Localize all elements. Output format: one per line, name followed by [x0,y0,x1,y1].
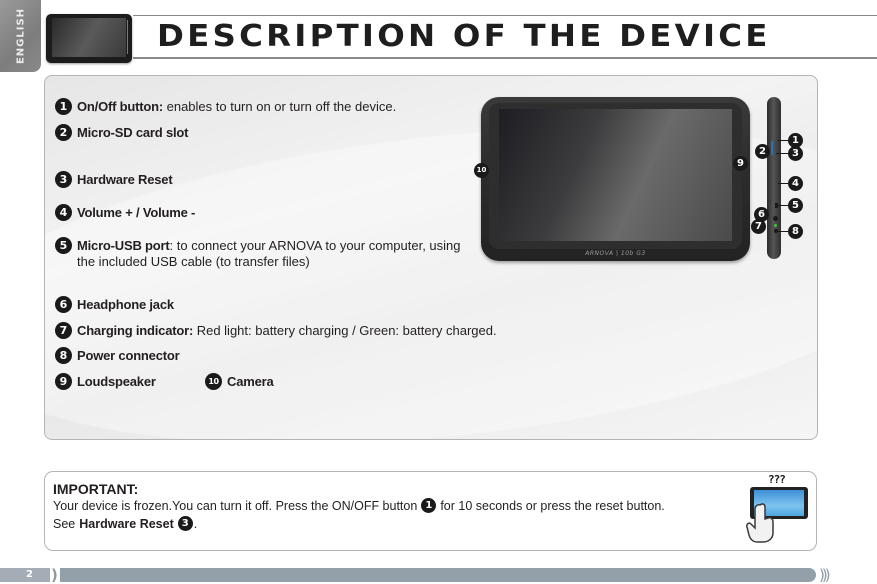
number-badge: 4 [55,204,72,221]
number-badge: 10 [205,373,222,390]
important-notice-box: IMPORTANT: Your device is frozen.You can… [44,471,817,551]
number-badge: 1 [421,498,437,513]
page-number: 2 [26,569,33,580]
feature-micro-usb-port: 5 Micro-USB port: to connect your ARNOVA… [55,237,470,270]
leader-line-8 [778,231,788,232]
footer-bar [60,568,816,582]
micro-sd-slot-port [771,141,773,155]
tablet-thumbnail-screen [52,18,126,57]
number-badge: 1 [55,98,72,115]
leader-line-4 [778,183,788,184]
pointing-hand-icon [746,503,774,543]
important-title: IMPORTANT: [53,481,139,497]
feature-label: Loudspeaker [77,374,156,389]
feature-label: Power connector [77,348,180,363]
callout-10: 10 [474,163,489,178]
page-number-tab: 2 [0,568,50,582]
feature-volume: 4 Volume + / Volume - [55,204,196,221]
number-badge: 9 [55,373,72,390]
tablet-side-illustration [767,97,781,259]
feature-label: Hardware Reset [77,172,173,187]
feature-description: enables to turn on or turn off the devic… [163,99,397,114]
tablet-brand-text: ARNOVA | 10b G3 [585,250,646,257]
number-badge: 2 [55,124,72,141]
language-tab: ENGLISH [0,0,41,72]
feature-label: Headphone jack [77,297,174,312]
feature-loudspeaker: 9 Loudspeaker [55,373,156,390]
feature-headphone-jack: 6 Headphone jack [55,296,174,313]
callout-9: 9 [733,156,748,171]
callout-5: 5 [788,198,803,213]
leader-line-3 [776,153,788,154]
feature-label: Micro-SD card slot [77,125,189,140]
footer-end-mark: ))) [819,566,830,584]
frozen-device-help-illustration: ??? [742,473,812,548]
feature-label: On/Off button: [77,99,163,114]
feature-label: Charging indicator: [77,323,194,338]
leader-line-1 [778,140,788,141]
leader-line-5 [778,205,788,206]
question-marks-icon: ??? [768,473,786,486]
footer-bracket-left: ) [51,566,58,584]
important-text: for 10 seconds or press the reset button… [440,498,665,513]
language-tab-label: ENGLISH [15,7,26,65]
tablet-front-illustration: ARNOVA | 10b G3 [481,97,750,261]
important-text: Your device is frozen.You can turn it of… [53,498,418,513]
callout-4: 4 [788,176,803,191]
number-badge: 3 [177,516,193,531]
number-badge: 5 [55,237,72,254]
feature-label: Micro-USB port [77,238,170,253]
feature-label: Camera [227,374,274,389]
hardware-reset-reference: Hardware Reset [79,516,174,531]
tablet-thumbnail-image [46,14,132,63]
number-badge: 8 [55,347,72,364]
callout-8: 8 [788,224,803,239]
feature-label: Volume + / Volume - [77,205,196,220]
callout-7: 7 [751,219,766,234]
feature-on-off-button: 1 On/Off button: enables to turn on or t… [55,98,397,115]
tablet-screen [499,109,732,241]
callout-2: 2 [755,144,770,159]
tablet-thumbnail-edge [127,20,128,54]
header-rule-bottom [133,57,877,59]
important-line-2: See Hardware Reset 3 . [53,516,197,531]
number-badge: 3 [55,171,72,188]
header-rule-top [133,15,877,16]
feature-hardware-reset: 3 Hardware Reset [55,171,173,188]
feature-description: Red light: battery charging / Green: bat… [193,323,497,338]
callout-3: 3 [788,146,803,161]
headphone-jack-port [773,216,778,221]
number-badge: 7 [55,322,72,339]
feature-charging-indicator: 7 Charging indicator: Red light: battery… [55,322,497,339]
important-line-1: Your device is frozen.You can turn it of… [53,498,665,513]
charging-led [774,224,777,227]
page-title: DESCRIPTION OF THE DEVICE [157,19,771,54]
important-text: See [53,516,76,531]
feature-power-connector: 8 Power connector [55,347,180,364]
feature-micro-sd-slot: 2 Micro-SD card slot [55,124,189,141]
number-badge: 6 [55,296,72,313]
feature-camera: 10 Camera [205,373,274,390]
important-text: . [193,516,198,531]
